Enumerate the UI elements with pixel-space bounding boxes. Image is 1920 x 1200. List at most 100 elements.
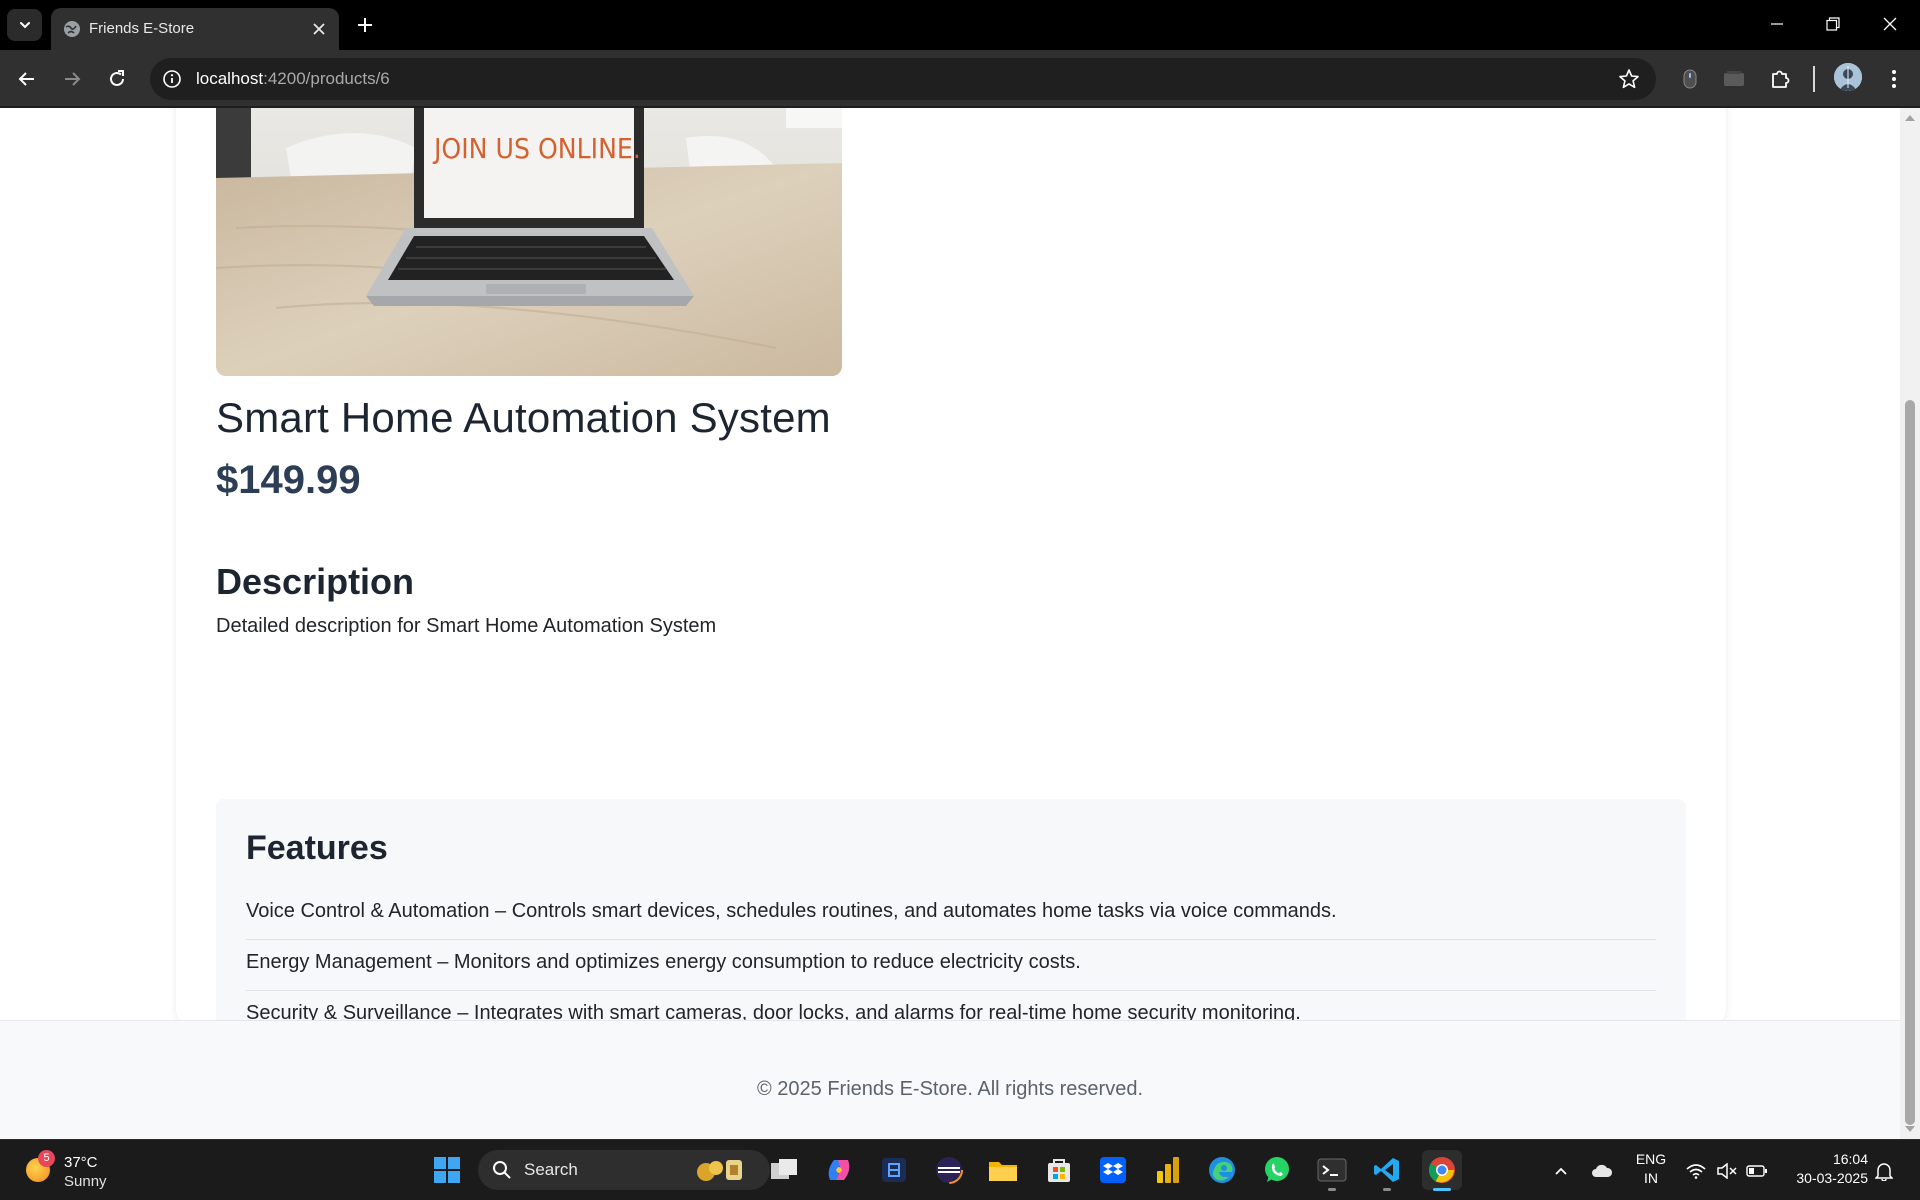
store-icon	[1048, 1159, 1070, 1182]
puzzle-icon	[1772, 70, 1790, 88]
search-highlight-icon	[697, 1160, 742, 1181]
taskbar-search[interactable]: Search	[478, 1150, 770, 1190]
laptop-photo: JOIN US ONLINE.	[216, 108, 842, 376]
forward-button[interactable]	[57, 64, 87, 94]
start-button[interactable]	[427, 1150, 467, 1190]
tab-close-button[interactable]	[309, 19, 329, 39]
arrow-left-icon	[18, 72, 34, 86]
plus-icon	[358, 18, 372, 32]
footer-copyright: © 2025 Friends E-Store. All rights reser…	[756, 1078, 1143, 1100]
taskbar-edge[interactable]	[1202, 1150, 1242, 1190]
url-host: localhost	[196, 69, 264, 88]
weather-temperature: 37°C	[64, 1154, 98, 1171]
back-button[interactable]	[12, 64, 42, 94]
feature-item: Voice Control & Automation – Controls sm…	[246, 889, 1656, 940]
close-icon	[1883, 17, 1897, 31]
feature-item: Energy Management – Monitors and optimiz…	[246, 940, 1656, 991]
windows-taskbar: 5 37°C Sunny Search ENG IN 16:04 30-03-2…	[0, 1139, 1920, 1200]
active-indicator	[1433, 1188, 1451, 1191]
page-scrollbar[interactable]	[1900, 108, 1920, 1139]
restore-icon	[1826, 17, 1840, 31]
taskbar-power-bi[interactable]	[1148, 1150, 1188, 1190]
product-price: $149.99	[216, 458, 361, 502]
taskbar-whatsapp[interactable]	[1257, 1150, 1297, 1190]
star-icon[interactable]	[1618, 68, 1640, 90]
weather-widget[interactable]: 5 37°C Sunny	[22, 1150, 132, 1192]
product-image: JOIN US ONLINE.	[216, 108, 842, 376]
app-icon	[882, 1158, 906, 1182]
folder-icon	[989, 1162, 1017, 1181]
url-path: :4200/products/6	[263, 69, 390, 88]
notifications-button[interactable]	[1873, 1160, 1895, 1182]
extension-media-button[interactable]	[1720, 65, 1748, 93]
info-icon[interactable]	[162, 69, 182, 89]
taskbar-task-view[interactable]	[764, 1150, 804, 1190]
volume-button[interactable]	[1716, 1160, 1738, 1182]
close-icon	[313, 23, 325, 35]
scroll-down-arrow-icon[interactable]	[1904, 1123, 1916, 1135]
minimize-button[interactable]	[1757, 8, 1797, 40]
tab-title: Friends E-Store	[89, 20, 195, 37]
running-indicator	[1328, 1188, 1336, 1191]
wifi-icon	[1686, 1164, 1706, 1179]
extensions-button[interactable]	[1766, 65, 1794, 93]
tab-friends-estore[interactable]: Friends E-Store	[51, 8, 339, 50]
onedrive-button[interactable]	[1591, 1160, 1613, 1182]
url-text: localhost:4200/products/6	[196, 69, 390, 89]
scrollbar-thumb[interactable]	[1905, 400, 1915, 1125]
extension-mouse-button[interactable]	[1676, 65, 1704, 93]
browser-menu-button[interactable]	[1880, 65, 1908, 93]
taskbar-app-dark[interactable]	[874, 1150, 914, 1190]
taskbar-vscode[interactable]	[1367, 1150, 1407, 1191]
clock-time: 16:04	[1832, 1151, 1868, 1167]
close-window-button[interactable]	[1870, 8, 1910, 40]
taskbar-store[interactable]	[1039, 1150, 1079, 1190]
reload-button[interactable]	[102, 64, 132, 94]
browser-toolbar: localhost:4200/products/6	[0, 50, 1920, 108]
chevron-down-icon	[19, 22, 30, 29]
image-caption: JOIN US ONLINE.	[432, 132, 641, 165]
notification-badge: 5	[38, 1150, 55, 1167]
taskbar-clock[interactable]: 16:04 30-03-2025	[1782, 1150, 1868, 1188]
running-indicator	[1383, 1188, 1391, 1191]
more-vertical-icon	[1892, 70, 1896, 88]
scroll-up-arrow-icon[interactable]	[1904, 112, 1916, 124]
weather-condition: Sunny	[64, 1173, 107, 1190]
globe-icon	[64, 21, 80, 37]
new-tab-button[interactable]	[352, 12, 378, 38]
profile-avatar[interactable]	[1834, 63, 1862, 91]
tray-overflow-button[interactable]	[1550, 1160, 1572, 1182]
battery-icon	[1746, 1165, 1767, 1177]
address-bar[interactable]: localhost:4200/products/6	[150, 58, 1656, 100]
tab-search-button[interactable]	[7, 9, 42, 41]
search-icon	[493, 1161, 511, 1179]
volume-muted-icon	[1717, 1163, 1737, 1179]
page-footer: © 2025 Friends E-Store. All rights reser…	[0, 1020, 1900, 1139]
taskbar-terminal[interactable]	[1312, 1150, 1352, 1191]
wifi-button[interactable]	[1685, 1160, 1707, 1182]
reload-icon	[110, 70, 124, 86]
media-icon	[1724, 71, 1744, 86]
notification-bell-icon	[1875, 1163, 1893, 1181]
taskbar-chrome[interactable]	[1422, 1150, 1462, 1191]
power-bi-icon	[1157, 1157, 1179, 1183]
cloud-icon	[1592, 1164, 1613, 1177]
vscode-icon	[1374, 1158, 1399, 1182]
eclipse-icon	[935, 1156, 963, 1184]
product-title: Smart Home Automation System	[216, 394, 831, 441]
taskbar-dropbox[interactable]	[1093, 1150, 1133, 1190]
taskbar-eclipse[interactable]	[929, 1150, 969, 1190]
language-indicator[interactable]: ENG IN	[1633, 1150, 1669, 1188]
clock-date: 30-03-2025	[1796, 1170, 1868, 1186]
taskbar-file-explorer[interactable]	[983, 1150, 1023, 1190]
battery-button[interactable]	[1746, 1160, 1768, 1182]
restore-button[interactable]	[1813, 8, 1853, 40]
avatar-icon	[1834, 63, 1862, 91]
browser-tabstrip: Friends E-Store	[0, 0, 1920, 50]
product-card: JOIN US ONLINE. Smart Home Automation Sy…	[176, 108, 1726, 1084]
arrow-right-icon	[65, 72, 81, 86]
chrome-icon	[1428, 1157, 1455, 1183]
description-text: Detailed description for Smart Home Auto…	[216, 615, 717, 637]
taskbar-copilot[interactable]	[819, 1150, 859, 1190]
language-code: ENG	[1635, 1151, 1667, 1167]
